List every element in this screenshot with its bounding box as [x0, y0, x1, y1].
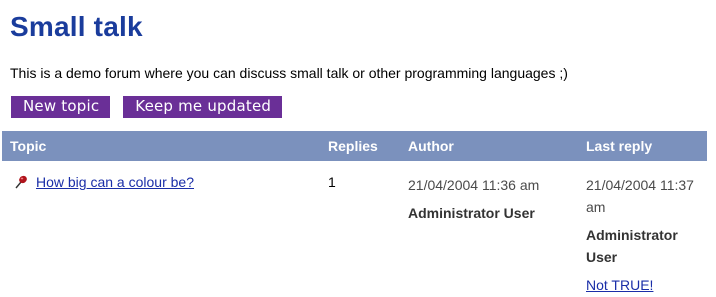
- author-name: Administrator User: [408, 205, 535, 221]
- page-title: Small talk: [10, 11, 143, 42]
- last-reply-author: Administrator User: [586, 227, 678, 265]
- last-reply-cell: 21/04/2004 11:37 am Administrator User N…: [578, 161, 707, 296]
- header-replies: Replies: [328, 138, 378, 154]
- replies-count: 1: [328, 174, 336, 190]
- last-reply-link[interactable]: Not TRUE!: [586, 274, 653, 296]
- keep-me-updated-button[interactable]: Keep me updated: [123, 96, 283, 118]
- topic-cell: How big can a colour be?: [2, 161, 322, 296]
- replies-cell: 1: [322, 161, 400, 296]
- header-author: Author: [408, 138, 454, 154]
- forum-actions: New topic Keep me updated: [11, 96, 283, 118]
- header-last-reply: Last reply: [586, 138, 653, 154]
- forum-description: This is a demo forum where you can discu…: [10, 65, 568, 81]
- table-header-row: Topic Replies Author Last reply: [2, 131, 707, 161]
- author-cell: 21/04/2004 11:36 am Administrator User: [400, 161, 578, 296]
- table-row: How big can a colour be? 1 21/04/2004 11…: [2, 161, 707, 296]
- forum-page: Small talk This is a demo forum where yo…: [10, 10, 712, 118]
- author-date: 21/04/2004 11:36 am: [408, 177, 540, 193]
- last-reply-date: 21/04/2004 11:37 am: [586, 177, 694, 215]
- header-topic: Topic: [10, 138, 47, 154]
- topics-table: Topic Replies Author Last reply How big …: [2, 131, 707, 296]
- topic-link[interactable]: How big can a colour be?: [36, 174, 194, 190]
- pin-icon: [14, 175, 28, 189]
- new-topic-button[interactable]: New topic: [11, 96, 111, 118]
